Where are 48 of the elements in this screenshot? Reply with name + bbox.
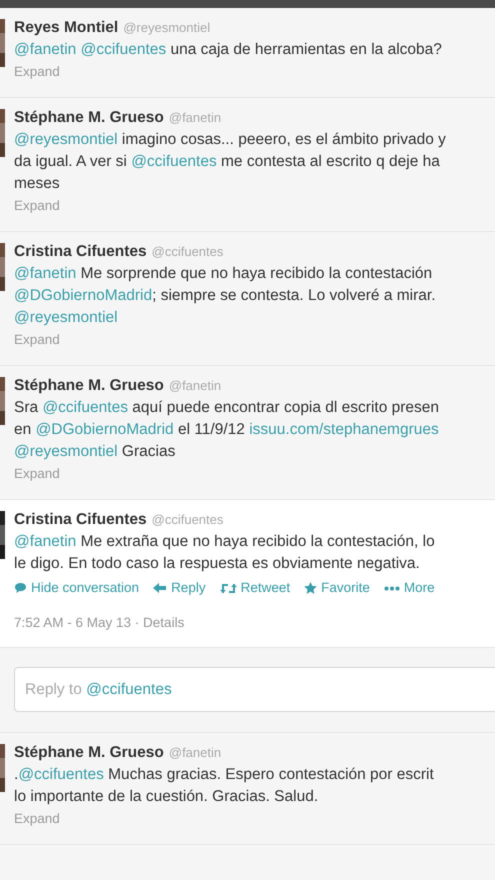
author-handle[interactable]: @fanetin [168, 743, 222, 762]
tweet-text: @fanetin Me extraña que no haya recibido la contestación, lo le digo. En todo caso la respuesta es obviamente negativa. [14, 532, 435, 574]
dots-icon [384, 586, 400, 590]
author-handle[interactable]: @reyesmontiel [123, 18, 210, 38]
mention-link[interactable]: @ccifuentes [131, 153, 217, 170]
author-name[interactable]: Stéphane M. Grueso [14, 742, 164, 764]
mention-link[interactable]: @DGobiernoMadrid [36, 421, 174, 438]
tweet-text: @fanetin Me sorprende que no haya recibido la contestación @DGobiernoMadrid; siempre se contesta. Lo volveré a mirar. @reyesmontiel [14, 264, 436, 328]
tweet-text: Sra @ccifuentes aquí puede encontrar copia dl escrito presen en @DGobiernoMadrid el 11/9/12 issuu.com/stephanemgrues @reyesmontiel Gracias [14, 398, 440, 462]
tweet-text: .@ccifuentes Muchas gracias. Espero contestación por escrit lo importante de la cuestión. Gracias. Salud. [14, 765, 434, 807]
mention-link[interactable]: @ccifuentes [80, 41, 166, 58]
author-handle[interactable]: @ccifuentes [152, 242, 224, 262]
author-handle[interactable]: @ccifuentes [152, 510, 224, 530]
mention-link[interactable]: @ccifuentes [18, 766, 104, 783]
author-name[interactable]: Stéphane M. Grueso [14, 107, 164, 129]
action-link[interactable]: More [384, 577, 435, 599]
author-name[interactable]: Reyes Montiel [14, 17, 118, 39]
author-name[interactable]: Cristina Cifuentes [14, 509, 147, 531]
reply-arrow-icon [153, 582, 168, 594]
action-link[interactable]: Retweet [220, 577, 290, 599]
expand-link[interactable]: Expand [14, 61, 442, 83]
mention-link[interactable]: @DGobiernoMadrid [14, 287, 152, 304]
mention-link[interactable]: @reyesmontiel [14, 309, 118, 326]
mention-link[interactable]: @fanetin [14, 533, 76, 550]
mention-link[interactable]: @reyesmontiel [14, 131, 118, 148]
reply-field[interactable]: Reply to @ccifuentes [14, 667, 495, 712]
expand-link[interactable]: Expand [14, 195, 446, 217]
expand-link[interactable]: Expand [14, 808, 434, 830]
mention-link[interactable]: @fanetin [14, 41, 76, 58]
mention-link[interactable]: @reyesmontiel [14, 443, 118, 460]
mention-link[interactable]: issuu.com/stephanemgrues [249, 421, 439, 438]
action-link[interactable]: Reply [153, 577, 206, 599]
expand-link[interactable]: Expand [14, 329, 436, 351]
mention-link[interactable]: @ccifuentes [42, 399, 128, 416]
mention-link[interactable]: @fanetin [14, 265, 76, 282]
speech-bubble-icon [14, 582, 27, 594]
timestamp-link[interactable]: 7:52 AM - 6 May 13 · Details [14, 613, 435, 633]
action-link[interactable]: Hide conversation [14, 577, 140, 599]
expand-link[interactable]: Expand [14, 463, 440, 485]
tweet-text: @fanetin @ccifuentes una caja de herramientas en la alcoba? [14, 40, 442, 60]
retweet-icon [220, 582, 237, 594]
action-link[interactable]: Favorite [304, 577, 370, 599]
author-name[interactable]: Stéphane M. Grueso [14, 375, 164, 397]
author-handle[interactable]: @fanetin [168, 108, 222, 128]
tweet-text: @reyesmontiel imagino cosas... peeero, es el ámbito privado y da igual. A ver si @ccifuentes me contesta al escrito q deje ha meses [14, 130, 446, 194]
author-handle[interactable]: @fanetin [168, 376, 222, 396]
star-icon [304, 582, 318, 594]
author-name[interactable]: Cristina Cifuentes [14, 241, 147, 263]
